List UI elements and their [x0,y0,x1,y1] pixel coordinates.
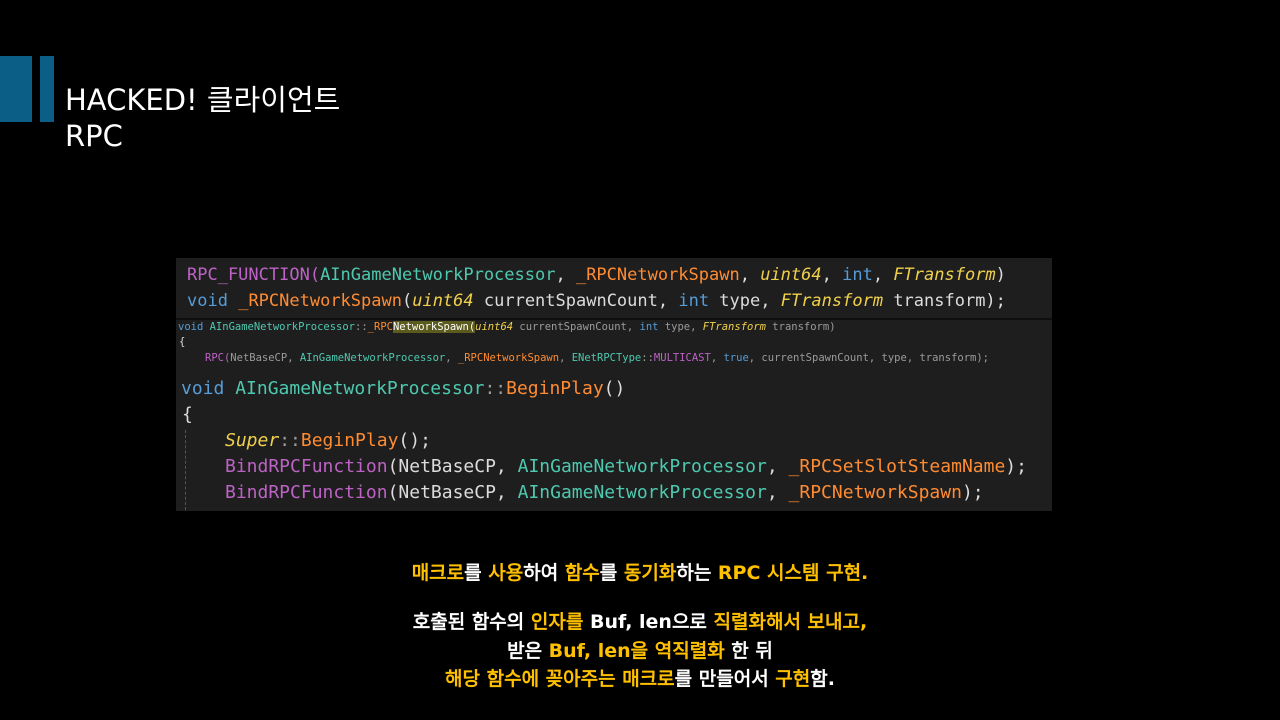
title-line-2: RPC [65,119,123,153]
code-brace: { [182,404,193,425]
title-line-1: HACKED! 클라이언트 [65,83,341,117]
code-line: Super::BeginPlay(); [225,430,431,451]
description-line-4: 해당 함수에 꽂아주는 매크로를 만들어서 구현함. [445,668,835,690]
accent-bar-secondary [40,56,54,122]
code-panel-beginplay: void AInGameNetworkProcessor::BeginPlay(… [176,372,1052,511]
indent-guide [185,430,186,510]
code-panel-declaration: RPC_FUNCTION(AInGameNetworkProcessor, _R… [176,258,1052,318]
code-screenshot: RPC_FUNCTION(AInGameNetworkProcessor, _R… [176,258,1052,511]
accent-bar [0,56,32,122]
description-line-3: 받은 Buf, len을 역직렬화 한 뒤 [507,640,773,662]
code-line: RPC_FUNCTION(AInGameNetworkProcessor, _R… [187,265,1006,285]
code-line: void AInGameNetworkProcessor::_RPCNetwor… [178,321,836,333]
code-brace: { [179,336,186,348]
description-line-1: 매크로를 사용하여 함수를 동기화하는 RPC 시스템 구현. [411,562,869,584]
code-panel-definition: void AInGameNetworkProcessor::_RPCNetwor… [176,320,1052,372]
page-title: HACKED! 클라이언트 RPC [65,82,340,154]
code-line: BindRPCFunction(NetBaseCP, AInGameNetwor… [225,482,984,503]
code-line: void AInGameNetworkProcessor::BeginPlay(… [181,378,626,399]
code-line: RPC(NetBaseCP, AInGameNetworkProcessor, … [205,352,989,364]
code-line: BindRPCFunction(NetBaseCP, AInGameNetwor… [225,456,1027,477]
code-line: void _RPCNetworkSpawn(uint64 currentSpaw… [187,291,1006,311]
description-line-2: 호출된 함수의 인자를 Buf, len으로 직렬화해서 보내고, [412,611,868,633]
